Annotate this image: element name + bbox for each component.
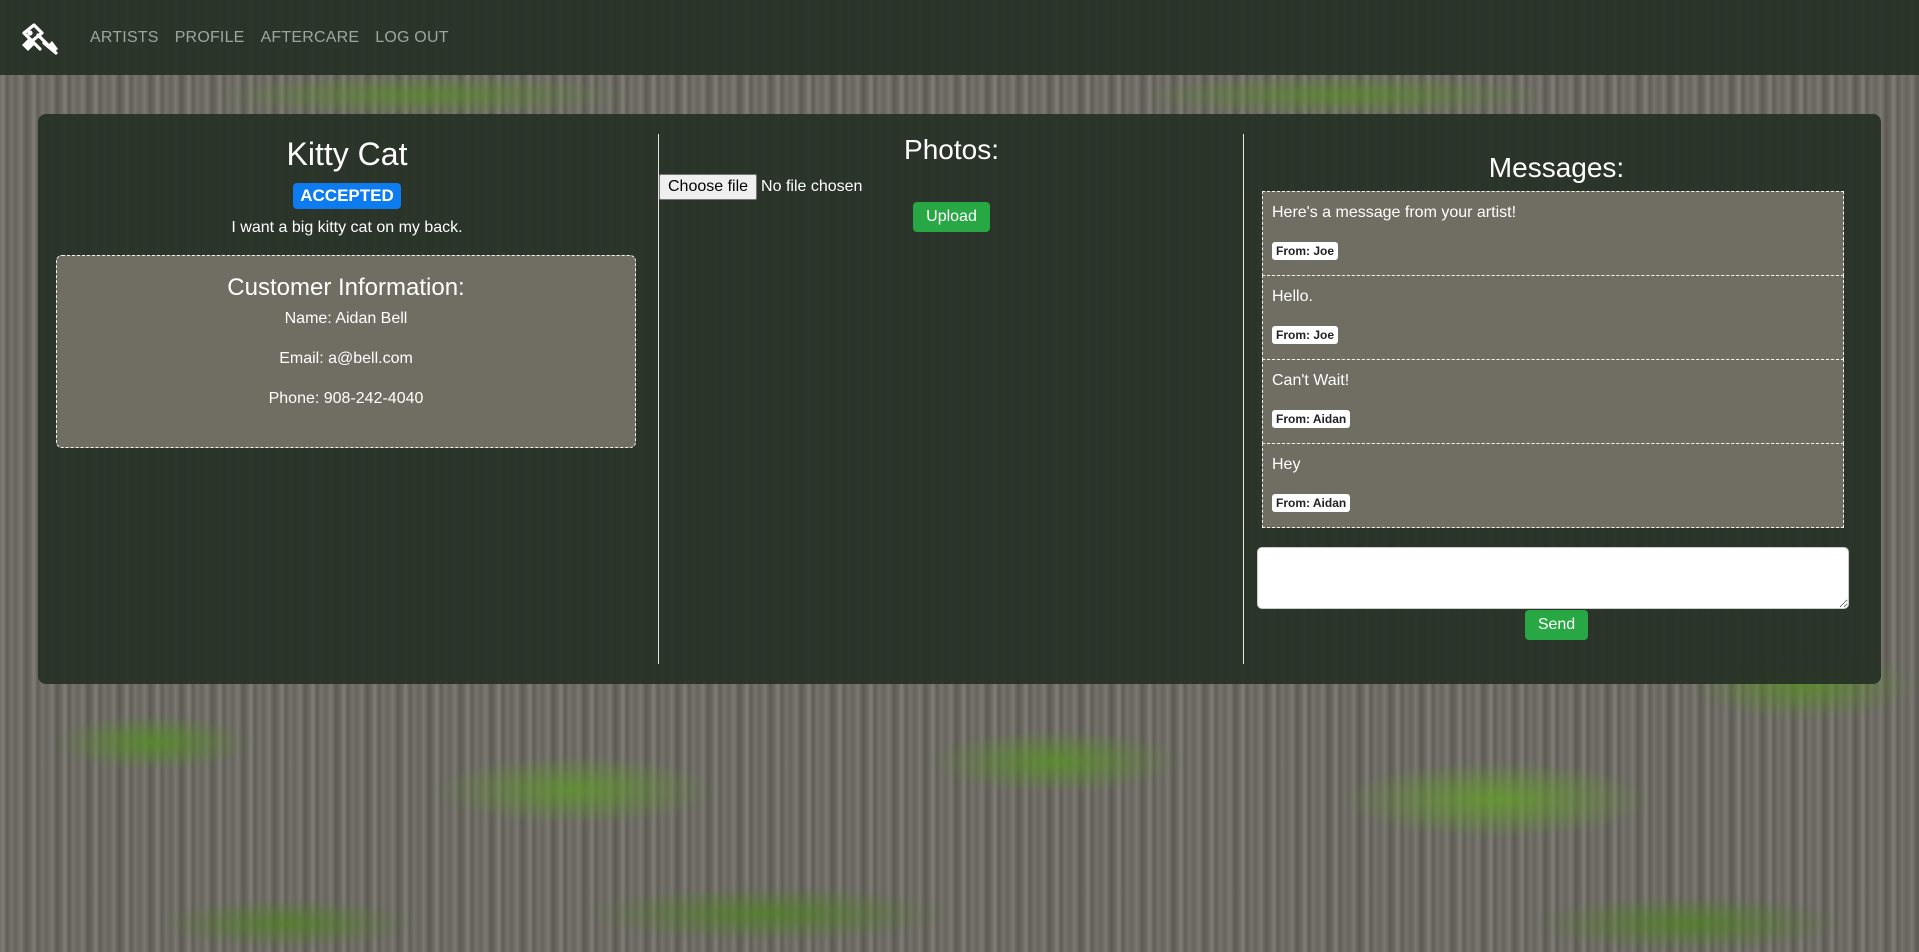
choose-file-button[interactable]: Choose file	[659, 174, 758, 200]
message-text: Hello.	[1272, 288, 1313, 305]
messages-column: Messages: Here's a message from your art…	[1243, 134, 1869, 664]
send-button[interactable]: Send	[1524, 610, 1589, 640]
message-sender-badge: From: Aidan	[1272, 410, 1351, 428]
photos-column: Photos: Choose file No file chosen Uploa…	[658, 134, 1244, 664]
file-input[interactable]: Choose file No file chosen	[659, 174, 1244, 200]
message-item: Can't Wait! From: Aidan	[1262, 359, 1844, 444]
customer-phone: Phone: 908-242-4040	[268, 390, 424, 407]
customer-info-heading: Customer Information:	[227, 274, 465, 301]
message-input[interactable]	[1257, 547, 1849, 609]
message-sender-badge: From: Joe	[1272, 242, 1339, 260]
photos-heading: Photos:	[904, 134, 999, 165]
tattoo-machine-icon	[22, 22, 58, 55]
customer-name: Name: Aidan Bell	[284, 310, 408, 327]
message-item: Here's a message from your artist! From:…	[1262, 191, 1844, 276]
request-title: Kitty Cat	[286, 136, 408, 172]
navbar: ARTISTS PROFILE AFTERCARE LOG OUT	[0, 0, 1919, 75]
request-summary-column: Kitty Cat ACCEPTED I want a big kitty ca…	[56, 134, 638, 664]
messages-heading: Messages:	[1488, 152, 1625, 183]
request-description: I want a big kitty cat on my back.	[231, 219, 463, 236]
nav-link-profile[interactable]: PROFILE	[175, 29, 245, 47]
home-logo-link[interactable]	[18, 18, 62, 58]
message-text: Can't Wait!	[1272, 372, 1350, 389]
message-sender-badge: From: Aidan	[1272, 494, 1351, 512]
customer-email: Email: a@bell.com	[279, 350, 413, 367]
customer-info-box: Customer Information: Name: Aidan Bell E…	[56, 255, 636, 448]
nav-link-aftercare[interactable]: AFTERCARE	[261, 29, 360, 47]
upload-button[interactable]: Upload	[913, 202, 990, 232]
status-badge: ACCEPTED	[293, 183, 401, 209]
nav-link-artists[interactable]: ARTISTS	[90, 29, 159, 47]
message-item: Hey From: Aidan	[1262, 443, 1844, 528]
message-text: Hey	[1272, 456, 1301, 473]
message-sender-badge: From: Joe	[1272, 326, 1339, 344]
message-text: Here's a message from your artist!	[1272, 204, 1517, 221]
request-detail-card: Kitty Cat ACCEPTED I want a big kitty ca…	[38, 114, 1881, 684]
message-item: Hello. From: Joe	[1262, 275, 1844, 360]
nav-link-logout[interactable]: LOG OUT	[375, 29, 448, 47]
file-status-text: No file chosen	[761, 178, 863, 195]
message-list: Here's a message from your artist! From:…	[1262, 191, 1844, 528]
